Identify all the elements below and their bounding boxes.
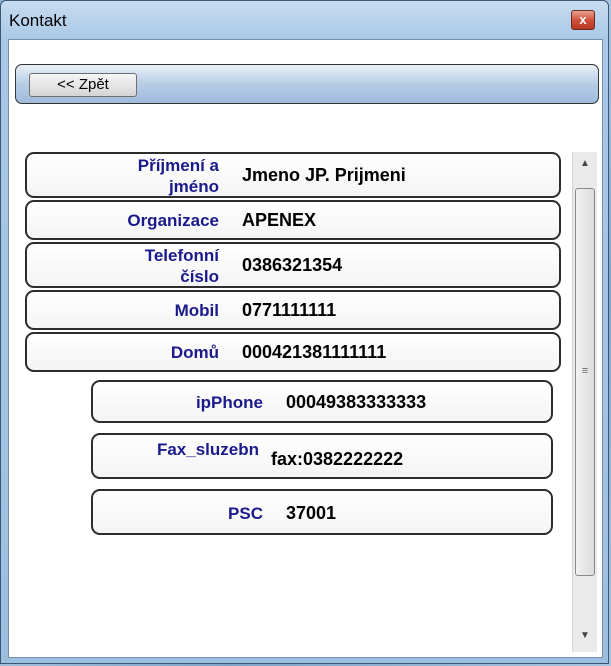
field-label-ipphone: ipPhone — [195, 393, 263, 412]
field-label-name: Příjmení a jméno — [137, 156, 219, 196]
field-row-home: Domů 000421381111111 — [25, 332, 561, 372]
field-value-psc[interactable]: 37001 — [286, 503, 336, 524]
field-label-organization: Organizace — [127, 211, 219, 230]
vertical-scrollbar[interactable]: ▲ ≡ ▼ — [572, 152, 597, 652]
field-row-name: Příjmení a jméno Jmeno JP. Prijmeni — [25, 152, 561, 198]
field-row-psc: PSC 37001 — [91, 489, 553, 535]
field-value-phone[interactable]: 0386321354 — [242, 255, 342, 276]
toolbar: << Zpět — [15, 64, 599, 104]
field-row-organization: Organizace APENEX — [25, 200, 561, 240]
contact-window: Kontakt x << Zpět Příjmení a jméno Jmeno… — [0, 0, 609, 664]
field-label-fax: Fax_sluzebn — [156, 440, 259, 459]
field-label-phone: Telefonní číslo — [144, 246, 219, 286]
close-button[interactable]: x — [571, 10, 595, 30]
title-bar[interactable]: Kontakt x — [1, 1, 608, 39]
content-area: << Zpět Příjmení a jméno Jmeno JP. Prijm… — [8, 39, 603, 658]
field-value-fax[interactable]: fax:0382222222 — [271, 449, 403, 470]
window-title: Kontakt — [9, 11, 67, 30]
grip-icon: ≡ — [581, 365, 589, 377]
field-value-ipphone[interactable]: 00049383333333 — [286, 392, 426, 413]
field-row-fax: Fax_sluzebn fax:0382222222 — [91, 433, 553, 479]
back-button[interactable]: << Zpět — [29, 73, 137, 97]
close-icon: x — [579, 12, 587, 27]
field-value-name[interactable]: Jmeno JP. Prijmeni — [242, 165, 406, 186]
field-label-home: Domů — [170, 343, 219, 362]
scroll-down-icon[interactable]: ▼ — [574, 626, 596, 646]
field-row-phone: Telefonní číslo 0386321354 — [25, 242, 561, 288]
field-label-mobile: Mobil — [174, 301, 219, 320]
field-value-organization[interactable]: APENEX — [242, 210, 316, 231]
field-row-ipphone: ipPhone 00049383333333 — [91, 380, 553, 423]
scrollbar-thumb[interactable]: ≡ — [575, 188, 595, 576]
field-value-home[interactable]: 000421381111111 — [242, 342, 386, 363]
field-row-mobile: Mobil 0771111111 — [25, 290, 561, 330]
field-value-mobile[interactable]: 0771111111 — [242, 300, 336, 321]
field-label-psc: PSC — [228, 504, 263, 523]
scroll-up-icon[interactable]: ▲ — [574, 154, 596, 174]
